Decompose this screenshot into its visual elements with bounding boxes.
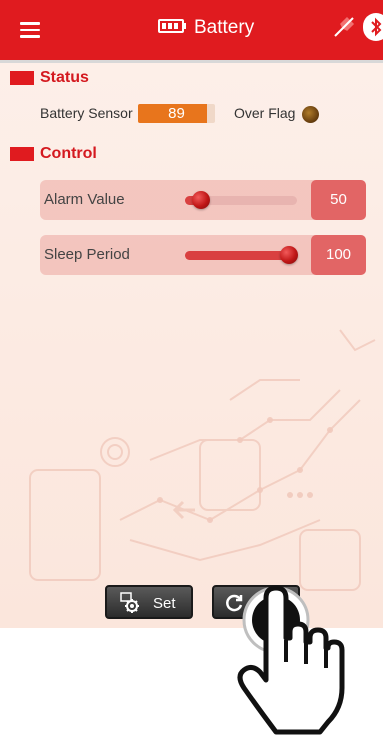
alarm-value-row: Alarm Value 50 xyxy=(40,180,366,220)
section-marker xyxy=(10,71,34,85)
sleep-period-box[interactable]: 100 xyxy=(311,235,366,275)
page-title: Battery xyxy=(194,17,255,38)
alarm-value-label: Alarm Value xyxy=(44,191,125,208)
over-flag-label: Over Flag xyxy=(234,105,296,121)
app-bar: Battery xyxy=(0,0,383,60)
set-button[interactable]: Set xyxy=(105,585,193,619)
battery-sensor-value: 89 xyxy=(168,105,185,122)
gear-icon xyxy=(120,592,139,613)
pin-disconnected-icon[interactable] xyxy=(332,15,356,39)
set-button-label: Set xyxy=(153,595,176,612)
status-section-header: Status xyxy=(0,69,383,89)
control-heading: Control xyxy=(40,145,97,162)
sleep-period-slider-fill xyxy=(185,251,290,260)
over-flag-led-icon xyxy=(302,106,319,123)
sleep-period-slider-thumb[interactable] xyxy=(280,246,299,264)
alarm-value-slider[interactable] xyxy=(185,191,297,209)
bluetooth-icon[interactable] xyxy=(363,13,383,41)
control-section-header: Control xyxy=(0,145,383,165)
app-bar-divider xyxy=(0,60,383,63)
app-screen: Battery Status Battery Sensor 89 Over Fl… xyxy=(0,0,383,628)
section-marker xyxy=(10,147,34,161)
refresh-button[interactable] xyxy=(212,585,300,619)
battery-icon xyxy=(158,19,186,33)
sleep-period-row: Sleep Period 100 xyxy=(40,235,366,275)
refresh-icon xyxy=(226,594,243,612)
sleep-period-slider[interactable] xyxy=(185,246,299,264)
background-circuit-art xyxy=(29,329,376,591)
battery-sensor-label: Battery Sensor xyxy=(40,105,133,121)
menu-icon[interactable] xyxy=(20,22,40,38)
alarm-value-box[interactable]: 50 xyxy=(311,180,366,220)
sleep-period-label: Sleep Period xyxy=(44,246,130,263)
battery-sensor-bar: 89 xyxy=(138,104,215,123)
alarm-value-slider-thumb[interactable] xyxy=(191,191,210,209)
status-heading: Status xyxy=(40,69,89,86)
